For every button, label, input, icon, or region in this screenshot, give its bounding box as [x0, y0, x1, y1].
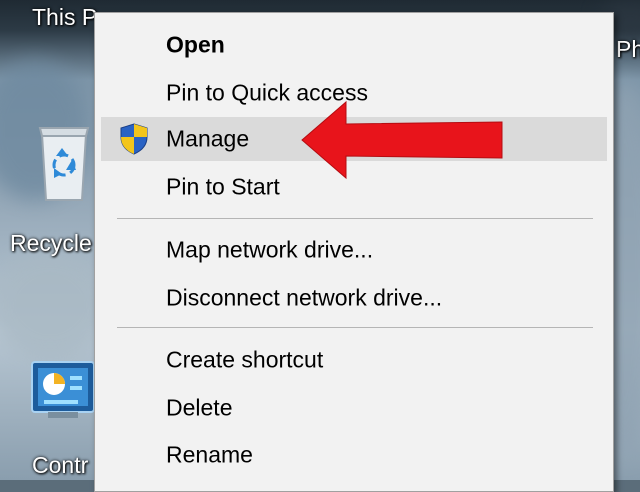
menu-item-label: Map network drive... — [166, 236, 374, 263]
menu-item-open[interactable]: Open — [101, 23, 607, 67]
menu-item-label: Pin to Start — [166, 173, 280, 200]
menu-item-label: Create shortcut — [166, 346, 324, 373]
control-panel-icon[interactable] — [30, 360, 96, 422]
menu-item-create-shortcut[interactable]: Create shortcut — [101, 338, 607, 382]
menu-item-label: Disconnect network drive... — [166, 284, 443, 311]
menu-separator — [117, 218, 593, 219]
shield-icon — [119, 123, 149, 155]
menu-item-label: Delete — [166, 394, 233, 421]
context-menu: Open Pin to Quick access Manage Pin to S… — [94, 12, 614, 492]
menu-item-label: Manage — [166, 125, 250, 152]
desktop-label-right[interactable]: Ph — [616, 36, 640, 63]
menu-item-map-network-drive[interactable]: Map network drive... — [101, 228, 607, 272]
menu-item-label: Rename — [166, 441, 253, 468]
recycle-bin-icon[interactable] — [32, 120, 96, 204]
menu-item-rename[interactable]: Rename — [101, 433, 607, 477]
menu-item-disconnect-network-drive[interactable]: Disconnect network drive... — [101, 276, 607, 320]
menu-item-label: Open — [166, 31, 225, 58]
control-panel-label[interactable]: Contr — [32, 452, 88, 479]
menu-separator — [117, 327, 593, 328]
menu-item-delete[interactable]: Delete — [101, 386, 607, 430]
recycle-bin-label[interactable]: Recycle — [10, 230, 92, 257]
red-arrow-icon — [300, 100, 504, 180]
desktop-label-this-pc[interactable]: This P — [32, 4, 97, 31]
